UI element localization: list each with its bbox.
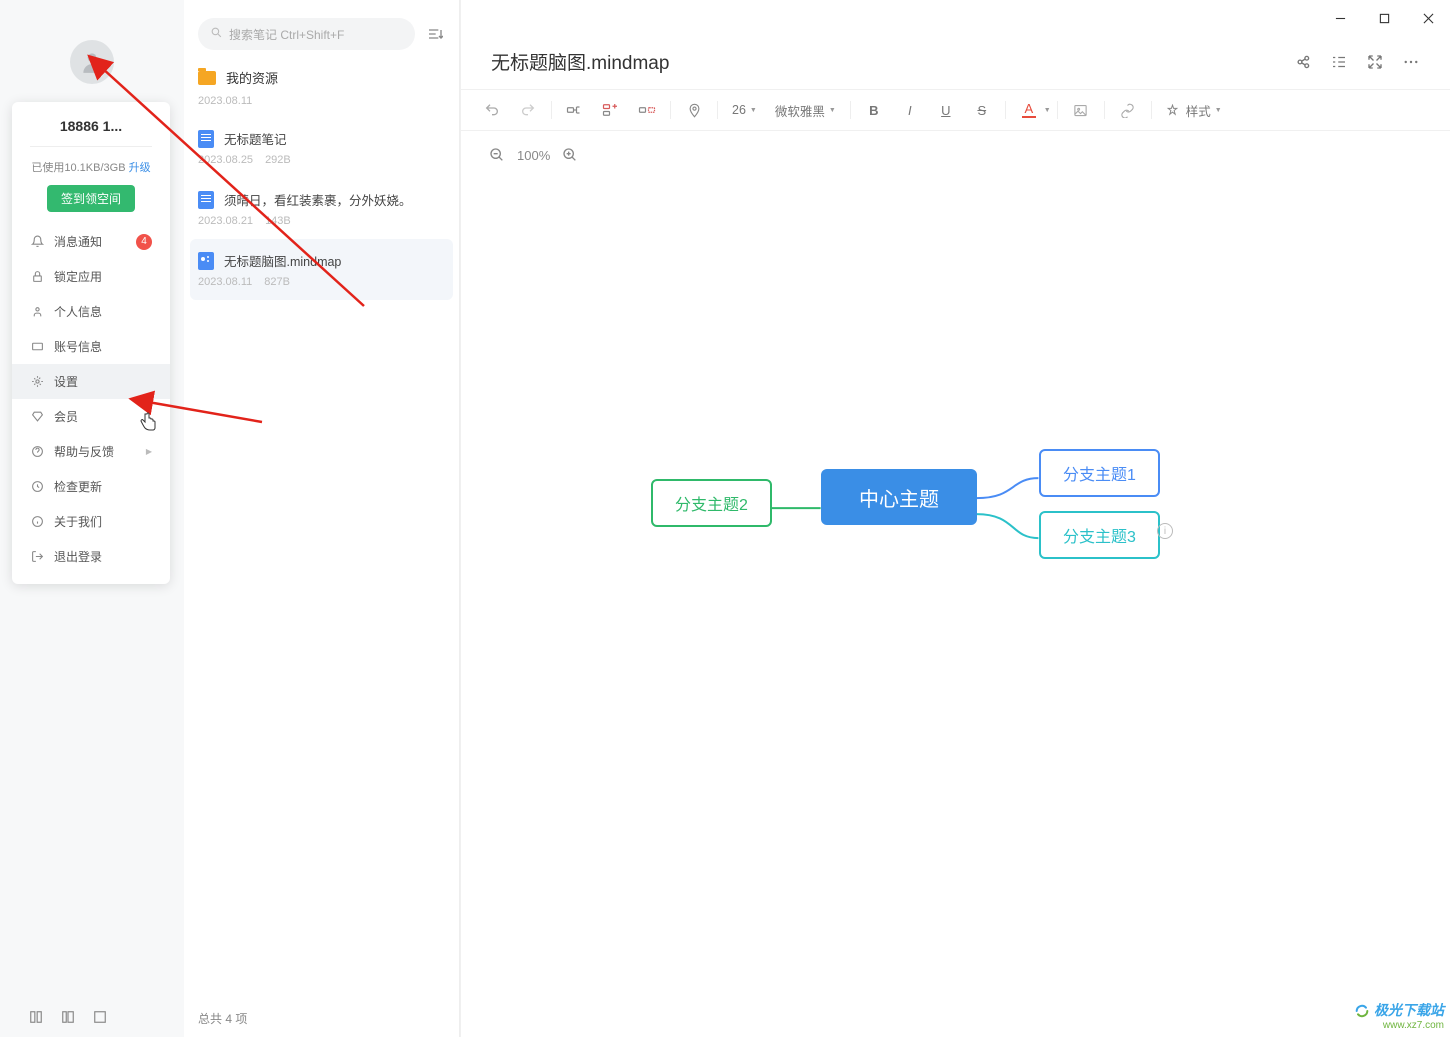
menu-account-info[interactable]: 账号信息 bbox=[12, 329, 170, 364]
logout-icon bbox=[30, 550, 44, 564]
document-icon bbox=[198, 191, 214, 209]
bottom-toolbar bbox=[0, 997, 184, 1037]
watermark: 极光下载站 www.xz7.com bbox=[1354, 1000, 1444, 1031]
gear-icon bbox=[30, 375, 44, 389]
menu-vip[interactable]: 会员 bbox=[12, 399, 170, 434]
bold-button[interactable]: B bbox=[857, 95, 891, 125]
font-family-select[interactable]: 微软雅黑▼ bbox=[767, 101, 844, 120]
document-icon bbox=[198, 130, 214, 148]
expand-icon[interactable] bbox=[1366, 53, 1384, 71]
add-sibling-button[interactable] bbox=[594, 95, 628, 125]
close-button[interactable] bbox=[1406, 2, 1450, 34]
undo-button[interactable] bbox=[475, 95, 509, 125]
underline-button[interactable]: U bbox=[929, 95, 963, 125]
refresh-icon bbox=[30, 480, 44, 494]
chevron-right-icon: ▶ bbox=[146, 447, 152, 456]
mindmap-center-node[interactable]: 中心主题 bbox=[821, 469, 977, 525]
font-size-select[interactable]: 26▼ bbox=[724, 103, 765, 117]
zoom-controls: 100% bbox=[461, 131, 1450, 179]
menu-notifications[interactable]: 消息通知4 bbox=[12, 224, 170, 259]
share-icon[interactable] bbox=[1294, 53, 1312, 71]
user-popup: 18886 1... 已使用10.1KB/3GB 升级 签到领空间 消息通知4 … bbox=[12, 102, 170, 584]
layout-single-icon[interactable] bbox=[92, 1009, 108, 1025]
notification-badge: 4 bbox=[136, 234, 152, 250]
folder-row[interactable]: 我的资源 bbox=[184, 50, 459, 91]
zoom-in-button[interactable] bbox=[560, 145, 580, 165]
window-controls bbox=[1318, 0, 1450, 36]
menu-about[interactable]: 关于我们 bbox=[12, 504, 170, 539]
info-icon bbox=[30, 515, 44, 529]
storage-text: 已使用10.1KB/3GB 升级 bbox=[12, 159, 170, 175]
menu-lock-app[interactable]: 锁定应用 bbox=[12, 259, 170, 294]
redo-button[interactable] bbox=[511, 95, 545, 125]
add-child-button[interactable] bbox=[558, 95, 592, 125]
zoom-level: 100% bbox=[517, 148, 550, 163]
menu-check-update[interactable]: 检查更新 bbox=[12, 469, 170, 504]
search-icon bbox=[210, 26, 223, 42]
mindmap-canvas[interactable]: 中心主题 分支主题2 分支主题1 分支主题3 i bbox=[461, 179, 1450, 1037]
location-button[interactable] bbox=[677, 95, 711, 125]
menu-personal-info[interactable]: 个人信息 bbox=[12, 294, 170, 329]
image-button[interactable] bbox=[1064, 95, 1098, 125]
user-name: 18886 1... bbox=[12, 118, 170, 134]
mindmap-branch-node[interactable]: 分支主题3 bbox=[1039, 511, 1160, 559]
outline-icon[interactable] bbox=[1330, 53, 1348, 71]
info-icon[interactable]: i bbox=[1157, 523, 1173, 539]
more-icon[interactable] bbox=[1402, 53, 1420, 71]
layout-all-icon[interactable] bbox=[28, 1009, 44, 1025]
mindmap-branch-node[interactable]: 分支主题1 bbox=[1039, 449, 1160, 497]
mindmap-icon bbox=[198, 252, 214, 270]
toolbar: 26▼ 微软雅黑▼ B I U S A ▼ 样式▼ bbox=[461, 89, 1450, 131]
id-card-icon bbox=[30, 340, 44, 354]
text-color-button[interactable]: A bbox=[1012, 95, 1046, 125]
sort-button[interactable] bbox=[425, 24, 445, 44]
bell-icon bbox=[30, 235, 44, 249]
file-item[interactable]: 无标题笔记 2023.08.25292B bbox=[184, 117, 459, 178]
person-icon bbox=[79, 49, 105, 75]
maximize-button[interactable] bbox=[1362, 2, 1406, 34]
signin-button[interactable]: 签到领空间 bbox=[47, 185, 135, 212]
strikethrough-button[interactable]: S bbox=[965, 95, 999, 125]
help-icon bbox=[30, 445, 44, 459]
menu-settings[interactable]: 设置 bbox=[12, 364, 170, 399]
style-select[interactable]: 样式▼ bbox=[1158, 101, 1230, 120]
file-panel: 搜索笔记 Ctrl+Shift+F 我的资源 2023.08.11 无标题笔记 … bbox=[184, 0, 460, 1037]
menu-help-feedback[interactable]: 帮助与反馈▶ bbox=[12, 434, 170, 469]
layout-left-icon[interactable] bbox=[60, 1009, 76, 1025]
main-pane: 无标题脑图.mindmap 26▼ 微软雅黑▼ B I U S bbox=[460, 0, 1450, 1037]
upgrade-link[interactable]: 升级 bbox=[129, 162, 151, 174]
file-footer: 总共 4 项 bbox=[184, 1000, 459, 1037]
lock-icon bbox=[30, 270, 44, 284]
minimize-button[interactable] bbox=[1318, 2, 1362, 34]
menu-logout[interactable]: 退出登录 bbox=[12, 539, 170, 574]
link-button[interactable] bbox=[1111, 95, 1145, 125]
zoom-out-button[interactable] bbox=[487, 145, 507, 165]
italic-button[interactable]: I bbox=[893, 95, 927, 125]
add-parent-button[interactable] bbox=[630, 95, 664, 125]
person-icon bbox=[30, 305, 44, 319]
mindmap-branch-node[interactable]: 分支主题2 bbox=[651, 479, 772, 527]
diamond-icon bbox=[30, 410, 44, 424]
search-input[interactable]: 搜索笔记 Ctrl+Shift+F bbox=[198, 18, 415, 50]
folder-icon bbox=[198, 71, 216, 85]
file-item[interactable]: 须晴日，看红装素裹，分外妖娆。 2023.08.21143B bbox=[184, 178, 459, 239]
left-sidebar: 18886 1... 已使用10.1KB/3GB 升级 签到领空间 消息通知4 … bbox=[0, 0, 184, 1037]
file-item[interactable]: 无标题脑图.mindmap 2023.08.11827B bbox=[190, 239, 453, 300]
document-title: 无标题脑图.mindmap bbox=[491, 48, 669, 75]
avatar[interactable] bbox=[70, 40, 114, 84]
folder-date: 2023.08.11 bbox=[184, 91, 459, 117]
